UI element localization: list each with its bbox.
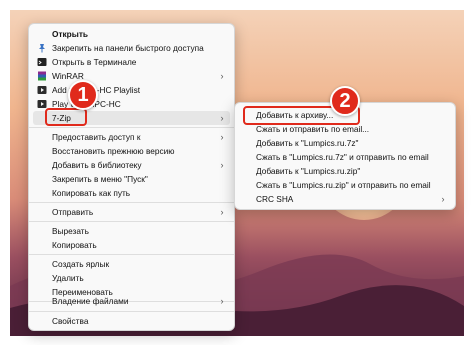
menu-item-add-mpc-playlist[interactable]: Add to MPC-HC Playlist	[33, 83, 230, 97]
submenu-item-crc-sha[interactable]: CRC SHA ›	[239, 192, 451, 206]
submenu-item-compress-7z-email[interactable]: Сжать в "Lumpics.ru.7z" и отправить по e…	[239, 150, 451, 164]
menu-divider	[29, 254, 234, 255]
menu-item-send-to[interactable]: Отправить ›	[33, 205, 230, 219]
step-badge-1: 1	[68, 80, 98, 110]
menu-divider	[29, 311, 234, 312]
menu-item-winrar[interactable]: WinRAR ›	[33, 69, 230, 83]
menu-item-add-to-library[interactable]: Добавить в библиотеку ›	[33, 158, 230, 172]
menu-divider	[29, 202, 234, 203]
menu-item-open-terminal[interactable]: Открыть в Терминале	[33, 55, 230, 69]
mpc-icon	[36, 99, 47, 110]
menu-item-copy-path[interactable]: Копировать как путь	[33, 186, 230, 200]
menu-item-copy[interactable]: Копировать	[33, 238, 230, 252]
submenu-item-compress-zip-email[interactable]: Сжать в "Lumpics.ru.zip" и отправить по …	[239, 178, 451, 192]
step-badge-2: 2	[330, 86, 360, 116]
chevron-right-icon: ›	[220, 113, 224, 123]
menu-divider	[29, 221, 234, 222]
menu-item-create-shortcut[interactable]: Создать ярлык	[33, 257, 230, 271]
menu-item-open[interactable]: Открыть	[33, 27, 230, 41]
menu-item-pin-start[interactable]: Закрепить в меню "Пуск"	[33, 172, 230, 186]
menu-item-cut[interactable]: Вырезать	[33, 224, 230, 238]
context-menu: Открыть Закрепить на панели быстрого дос…	[28, 23, 235, 331]
submenu-item-add-7z[interactable]: Добавить к "Lumpics.ru.7z"	[239, 136, 451, 150]
chevron-right-icon: ›	[220, 160, 224, 170]
chevron-right-icon: ›	[220, 132, 224, 142]
menu-item-pin-quick-access[interactable]: Закрепить на панели быстрого доступа	[33, 41, 230, 55]
menu-item-give-access[interactable]: Предоставить доступ к ›	[33, 130, 230, 144]
chevron-right-icon: ›	[220, 71, 224, 81]
chevron-right-icon: ›	[220, 207, 224, 217]
open-icon	[36, 29, 47, 40]
menu-item-restore-version[interactable]: Восстановить прежнюю версию	[33, 144, 230, 158]
winrar-icon	[36, 71, 47, 82]
menu-item-properties[interactable]: Свойства	[33, 314, 230, 328]
mpc-icon	[36, 85, 47, 96]
highlight-7zip	[45, 108, 87, 126]
menu-item-file-ownership[interactable]: Владение файлами ›	[33, 294, 230, 308]
terminal-icon	[36, 57, 47, 68]
pin-icon	[36, 43, 47, 54]
chevron-right-icon: ›	[441, 194, 445, 204]
chevron-right-icon: ›	[220, 296, 224, 306]
menu-divider	[29, 127, 234, 128]
submenu-item-add-zip[interactable]: Добавить к "Lumpics.ru.zip"	[239, 164, 451, 178]
menu-item-delete[interactable]: Удалить	[33, 271, 230, 285]
